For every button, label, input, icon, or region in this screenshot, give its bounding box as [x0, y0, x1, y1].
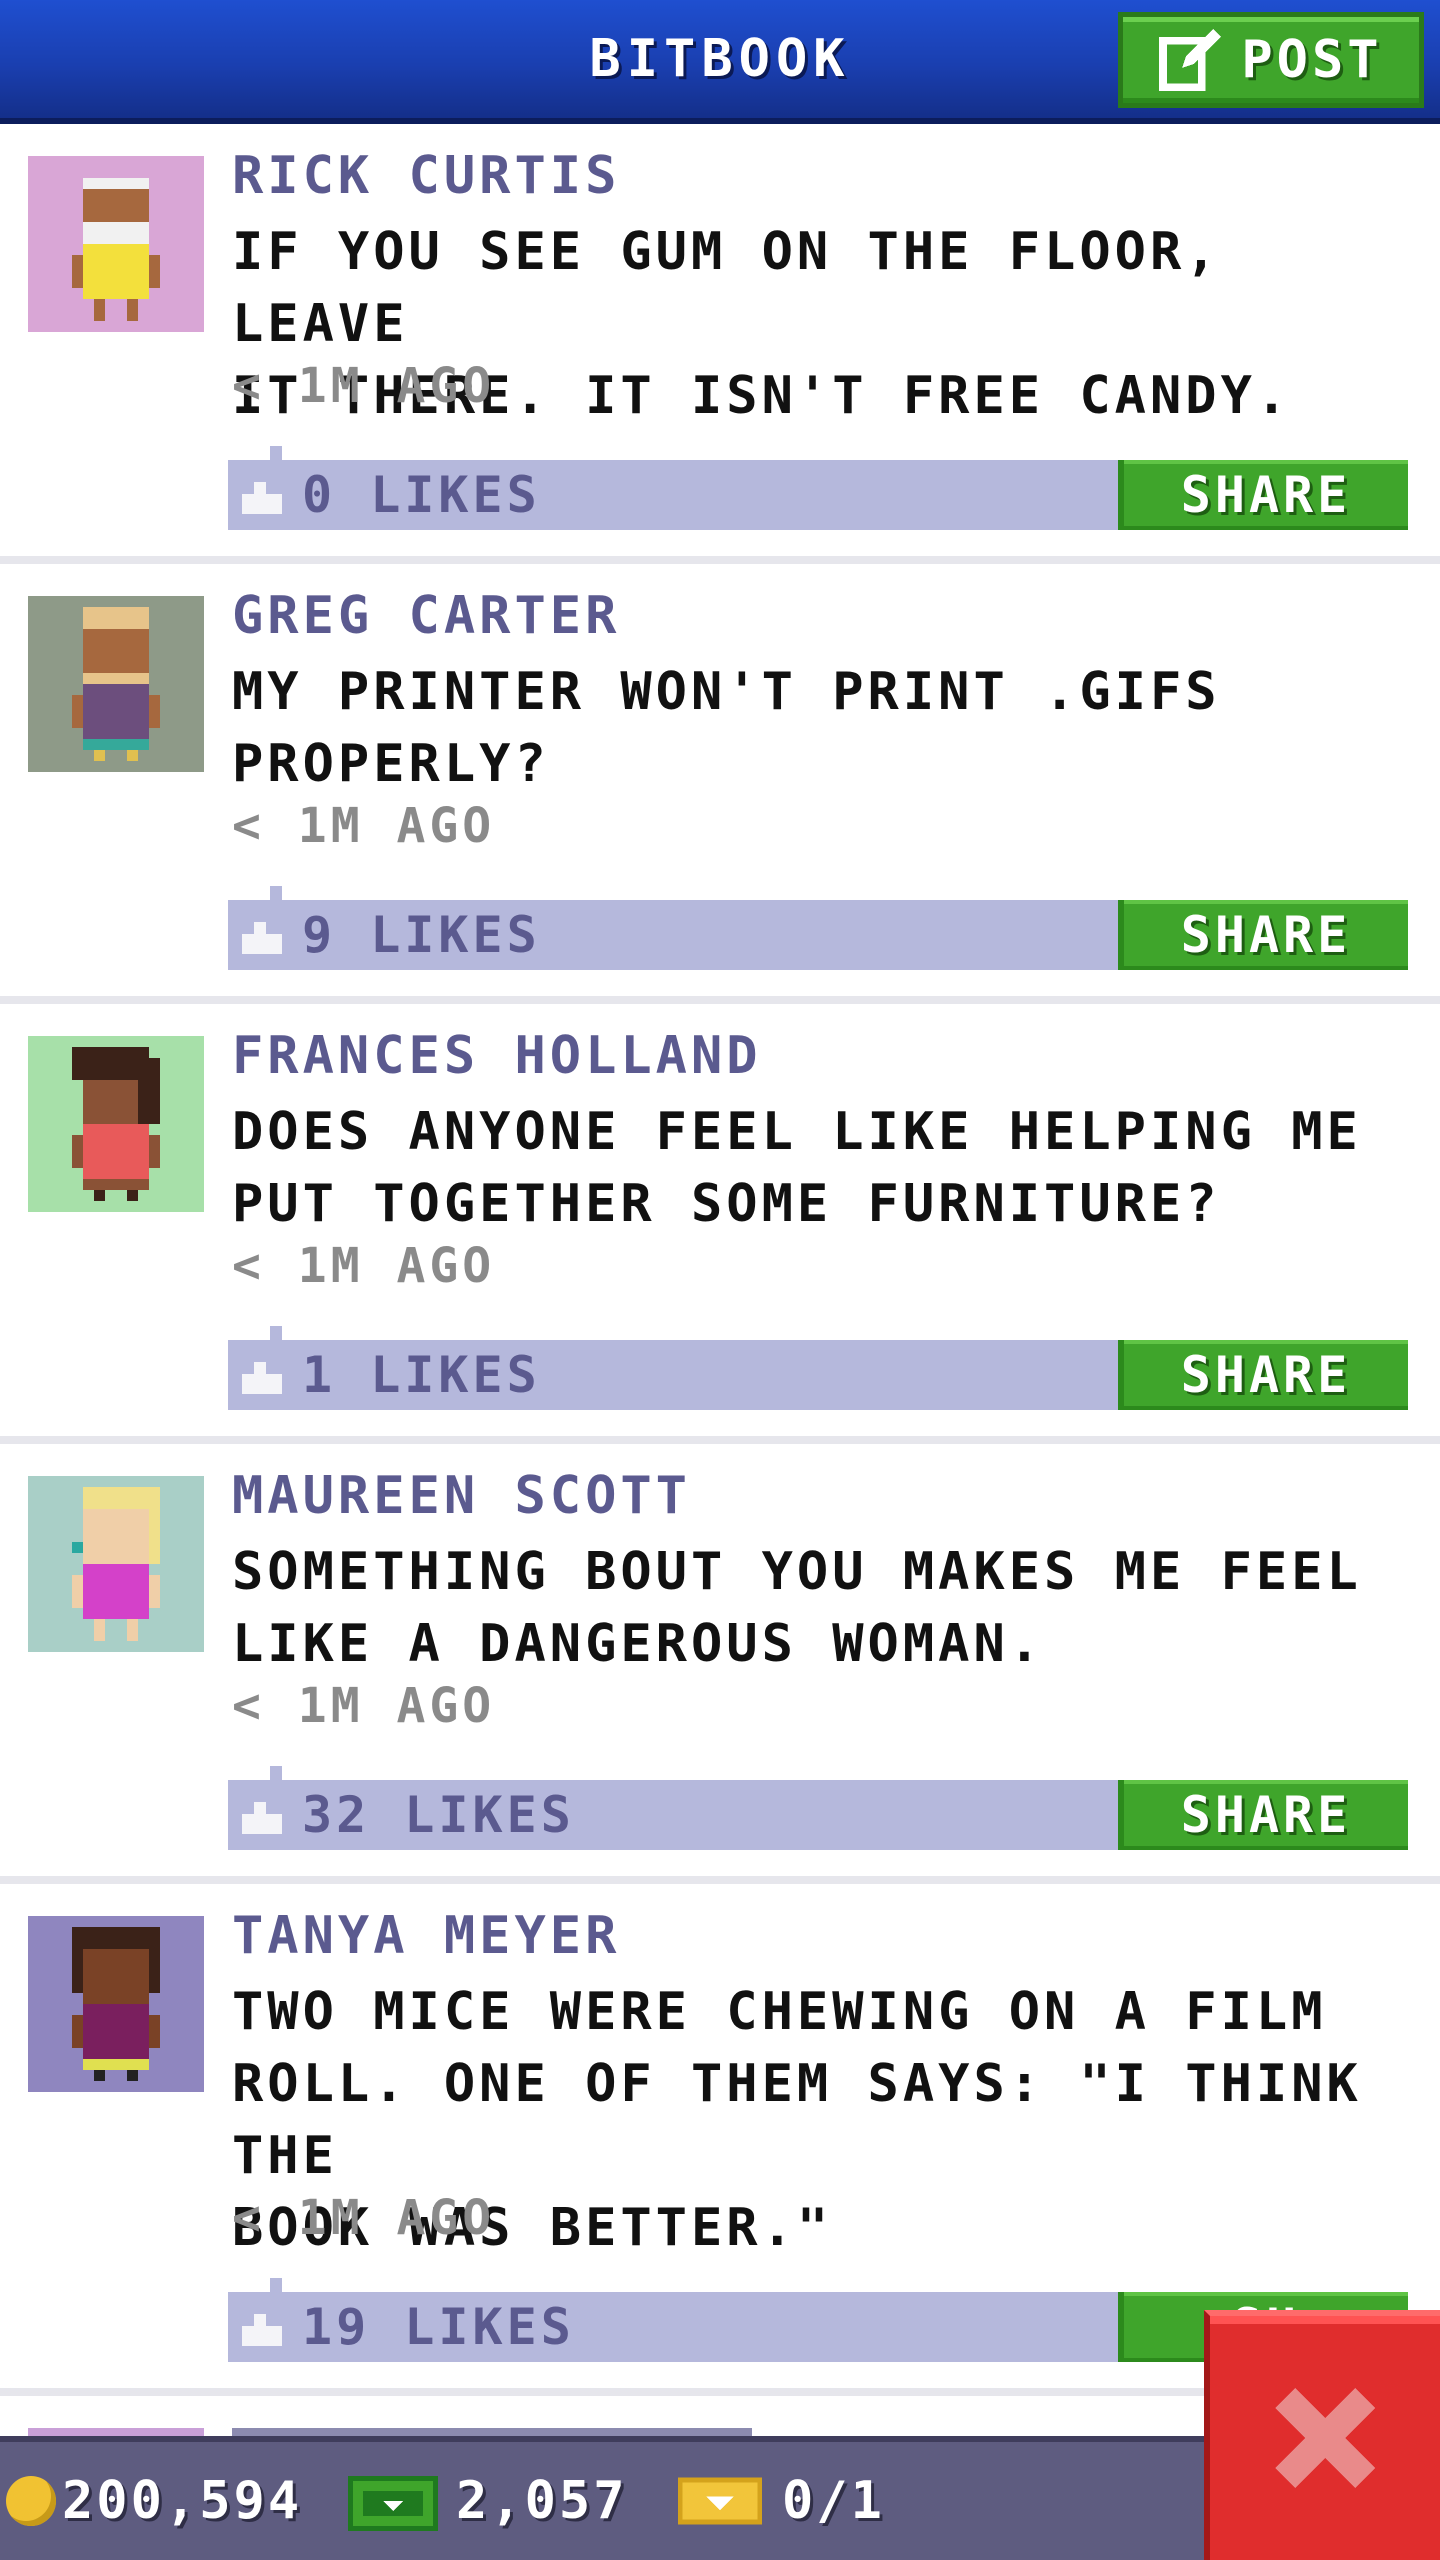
coin-icon: [6, 2476, 56, 2526]
share-button[interactable]: SHARE: [1118, 1340, 1408, 1410]
bux-counter[interactable]: 2,057: [348, 2442, 628, 2560]
post-button[interactable]: POST: [1118, 12, 1424, 108]
thumbs-up-icon[interactable]: [242, 478, 282, 514]
post-item: FRANCES HOLLAND DOES ANYONE FEEL LIKE HE…: [0, 1004, 1440, 1444]
bux-bill-icon: [348, 2476, 438, 2531]
post-time: < 1M AGO: [232, 358, 496, 414]
post-author[interactable]: RICK CURTIS: [232, 146, 620, 206]
coins-counter[interactable]: 200,594: [6, 2442, 302, 2560]
thumbs-up-icon[interactable]: [242, 2310, 282, 2346]
thumbs-up-icon[interactable]: [242, 918, 282, 954]
avatar-sprite: [72, 607, 160, 761]
avatar: [28, 1036, 204, 1212]
post-button-label: POST: [1241, 30, 1383, 90]
thumbs-up-icon[interactable]: [242, 1358, 282, 1394]
post-message: MY PRINTER WON'T PRINT .GIFS PROPERLY?: [232, 662, 1221, 794]
post-author[interactable]: TANYA MEYER: [232, 1906, 620, 1966]
post-item: MAUREEN SCOTT SOMETHING BOUT YOU MAKES M…: [0, 1444, 1440, 1884]
golden-ticket-icon: [678, 2477, 762, 2525]
tickets-counter[interactable]: 0/1: [676, 2442, 885, 2560]
avatar-sprite: [72, 1487, 160, 1641]
edit-icon: [1159, 29, 1222, 91]
post-message: DOES ANYONE FEEL LIKE HELPING ME PUT TOG…: [232, 1102, 1362, 1234]
post-author[interactable]: FRANCES HOLLAND: [232, 1026, 762, 1086]
post-message: SOMETHING BOUT YOU MAKES ME FEEL LIKE A …: [232, 1542, 1362, 1674]
header-bar: BITBOOK POST: [0, 0, 1440, 124]
avatar: [28, 596, 204, 772]
avatar: [28, 1476, 204, 1652]
close-icon: [1275, 2388, 1375, 2488]
close-button[interactable]: [1204, 2310, 1440, 2560]
like-bar: 1 LIKES SHARE: [228, 1326, 1408, 1410]
post-author[interactable]: GREG CARTER: [232, 586, 620, 646]
like-bar: 32 LIKES SHARE: [228, 1766, 1408, 1850]
like-count: 19 LIKES: [302, 2298, 575, 2356]
like-bar: 9 LIKES SHARE: [228, 886, 1408, 970]
like-count: 0 LIKES: [302, 466, 541, 524]
bux-value: 2,057: [456, 2471, 628, 2531]
post-item: GREG CARTER MY PRINTER WON'T PRINT .GIFS…: [0, 564, 1440, 1004]
post-time: < 1M AGO: [232, 1678, 496, 1734]
avatar: [28, 1916, 204, 2092]
tickets-value: 0/1: [782, 2471, 885, 2531]
avatar-sprite: [72, 1047, 160, 1201]
avatar-sprite: [72, 178, 160, 321]
avatar: [28, 156, 204, 332]
coins-value: 200,594: [62, 2471, 303, 2531]
post-item: RICK CURTIS IF YOU SEE GUM ON THE FLOOR,…: [0, 124, 1440, 564]
bitbook-screen: BITBOOK POST RICK CURTIS IF YOU SEE GUM …: [0, 0, 1440, 2560]
like-count: 1 LIKES: [302, 1346, 541, 1404]
thumbs-up-icon[interactable]: [242, 1798, 282, 1834]
post-time: < 1M AGO: [232, 2190, 496, 2246]
share-button[interactable]: SHARE: [1118, 900, 1408, 970]
post-time: < 1M AGO: [232, 1238, 496, 1294]
post-time: < 1M AGO: [232, 798, 496, 854]
avatar-sprite: [72, 1927, 160, 2081]
like-count: 9 LIKES: [302, 906, 541, 964]
share-button[interactable]: SHARE: [1118, 460, 1408, 530]
like-bar: 0 LIKES SHARE: [228, 446, 1408, 530]
post-author[interactable]: MAUREEN SCOTT: [232, 1466, 691, 1526]
like-count: 32 LIKES: [302, 1786, 575, 1844]
share-button[interactable]: SHARE: [1118, 1780, 1408, 1850]
